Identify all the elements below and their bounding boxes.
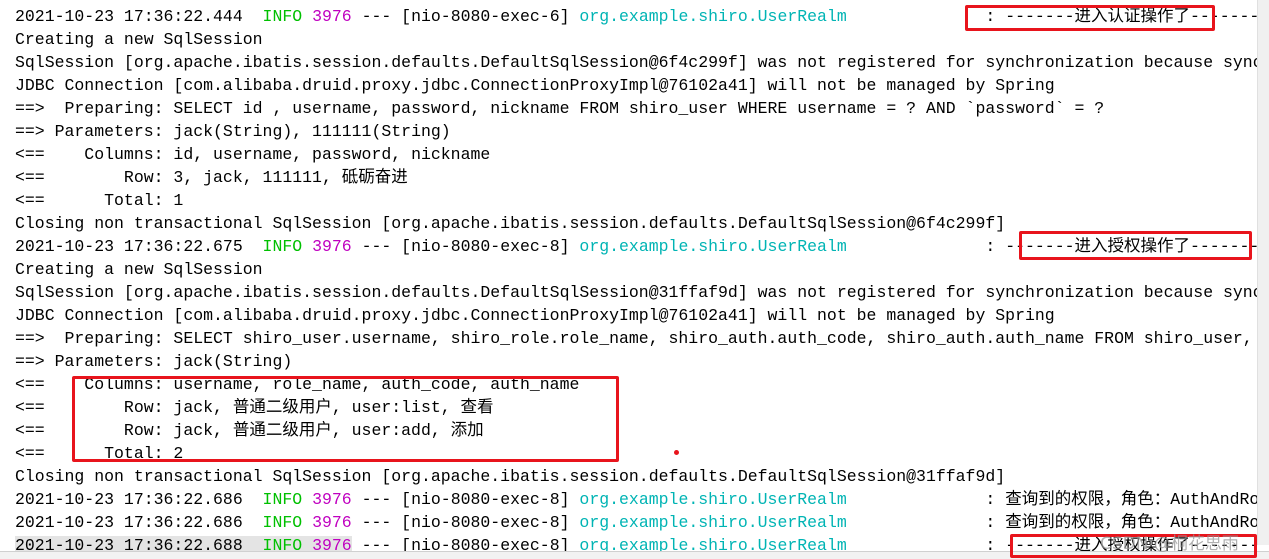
log-line: JDBC Connection [com.alibaba.druid.proxy…: [15, 304, 1257, 327]
log-text: ==> Preparing: SELECT id , username, pas…: [15, 99, 1105, 118]
log-text: --- [nio-8080-exec-8]: [351, 513, 580, 532]
log-text: SqlSession [org.apache.ibatis.session.de…: [15, 283, 1257, 302]
log-info: INFO: [262, 513, 303, 532]
log-text: 2021-10-23 17:36:22.444: [15, 7, 263, 26]
log-text: <== Columns: id, username, password, nic…: [15, 145, 491, 164]
log-text: <== Row: 3, jack, 111111, 砥砺奋进: [15, 168, 408, 187]
log-text: Closing non transactional SqlSession [or…: [15, 214, 1006, 233]
log-line: <== Columns: id, username, password, nic…: [15, 143, 1257, 166]
log-text: ==> Preparing: SELECT shiro_user.usernam…: [15, 329, 1253, 348]
highlight-box-result-rows: [72, 376, 619, 462]
log-pid: 3976: [312, 490, 352, 509]
log-text: ==> Parameters: jack(String), 111111(Str…: [15, 122, 451, 141]
log-text: --- [nio-8080-exec-8]: [351, 237, 580, 256]
log-text: 2021-10-23 17:36:22.686: [15, 513, 263, 532]
log-line: Creating a new SqlSession: [15, 258, 1257, 281]
log-text: JDBC Connection [com.alibaba.druid.proxy…: [15, 76, 1055, 95]
log-line: ==> Parameters: jack(String), 111111(Str…: [15, 120, 1257, 143]
log-info: INFO: [262, 490, 303, 509]
log-text: Creating a new SqlSession: [15, 30, 263, 49]
log-info: INFO: [262, 237, 303, 256]
log-text: Closing non transactional SqlSession [or…: [15, 467, 1006, 486]
log-line: SqlSession [org.apache.ibatis.session.de…: [15, 281, 1257, 304]
log-text: --- [nio-8080-exec-6]: [351, 7, 580, 26]
vertical-scrollbar[interactable]: [1257, 0, 1269, 545]
log-line: SqlSession [org.apache.ibatis.session.de…: [15, 51, 1257, 74]
log-line: Closing non transactional SqlSession [or…: [15, 465, 1257, 488]
log-text: Creating a new SqlSession: [15, 260, 263, 279]
log-text: JDBC Connection [com.alibaba.druid.proxy…: [15, 306, 1055, 325]
log-text: 2021-10-23 17:36:22.686: [15, 490, 263, 509]
log-line: 2021-10-23 17:36:22.686 INFO 3976 --- [n…: [15, 511, 1257, 534]
log-text: <== Total: 1: [15, 191, 184, 210]
log-logger: org.example.shiro.UserRealm: [579, 237, 847, 256]
log-logger: org.example.shiro.UserRealm: [579, 7, 847, 26]
log-text: ==> Parameters: jack(String): [15, 352, 293, 371]
log-line: <== Row: 3, jack, 111111, 砥砺奋进: [15, 166, 1257, 189]
highlight-box-authorization: [1019, 231, 1252, 260]
log-info: INFO: [262, 7, 303, 26]
log-line: ==> Preparing: SELECT shiro_user.usernam…: [15, 327, 1257, 350]
red-dot-marker: [674, 450, 679, 455]
log-pid: 3976: [312, 237, 352, 256]
log-text: SqlSession [org.apache.ibatis.session.de…: [15, 53, 1257, 72]
log-line: JDBC Connection [com.alibaba.druid.proxy…: [15, 74, 1257, 97]
log-text: : 查询到的权限，角色：AuthAndRole: [846, 490, 1257, 509]
highlight-box-authentication: [965, 5, 1215, 31]
watermark: CSDN @桐花思雨: [1100, 534, 1239, 554]
log-line: 2021-10-23 17:36:22.686 INFO 3976 --- [n…: [15, 488, 1257, 511]
log-line: ==> Parameters: jack(String): [15, 350, 1257, 373]
log-logger: org.example.shiro.UserRealm: [579, 513, 847, 532]
log-line: Creating a new SqlSession: [15, 28, 1257, 51]
log-logger: org.example.shiro.UserRealm: [579, 490, 847, 509]
console-output: 2021-10-23 17:36:22.444 INFO 3976 --- [n…: [15, 5, 1257, 557]
log-pid: 3976: [312, 513, 352, 532]
log-line: ==> Preparing: SELECT id , username, pas…: [15, 97, 1257, 120]
log-text: 2021-10-23 17:36:22.675: [15, 237, 263, 256]
log-pid: 3976: [312, 7, 352, 26]
log-line: <== Total: 1: [15, 189, 1257, 212]
log-text: --- [nio-8080-exec-8]: [351, 490, 580, 509]
